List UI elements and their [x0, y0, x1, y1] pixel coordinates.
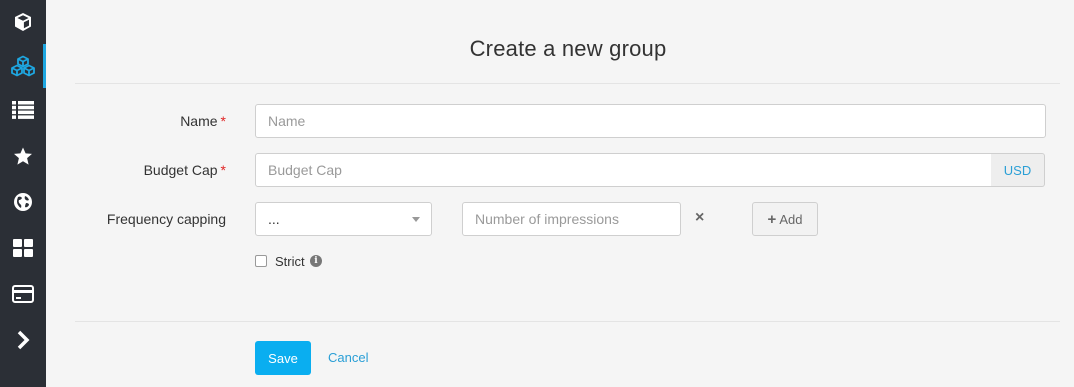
- budget-cap-label: Budget Cap *: [46, 153, 226, 187]
- name-input[interactable]: [255, 104, 1046, 138]
- add-frequency-button[interactable]: + Add: [752, 202, 818, 236]
- sidebar-item-grid[interactable]: [0, 226, 46, 270]
- frequency-capping-label-text: Frequency capping: [106, 211, 226, 227]
- budget-cap-input[interactable]: [255, 153, 992, 187]
- globe-icon: [14, 193, 32, 211]
- credit-card-icon: [12, 285, 34, 303]
- list-icon: [12, 101, 34, 119]
- name-label: Name *: [46, 104, 226, 138]
- sidebar-item-star[interactable]: [0, 134, 46, 178]
- sidebar-item-cube[interactable]: [0, 0, 46, 44]
- sidebar-expand-toggle[interactable]: [0, 318, 46, 362]
- grid-icon: [13, 239, 33, 257]
- remove-icon[interactable]: ×: [695, 210, 704, 226]
- sidebar: [0, 0, 46, 387]
- cubes-icon: [11, 55, 35, 77]
- add-button-label: Add: [779, 211, 803, 227]
- currency-addon: USD: [991, 153, 1045, 187]
- main-content: Create a new group Name* Budget Cap* USD…: [46, 0, 1074, 387]
- header-divider: [75, 83, 1060, 84]
- strict-checkbox[interactable]: [255, 255, 267, 267]
- caret-down-icon: [412, 217, 420, 222]
- frequency-capping-label: Frequency capping: [46, 202, 226, 236]
- frequency-period-value: ...: [268, 211, 280, 227]
- sidebar-item-list[interactable]: [0, 88, 46, 132]
- save-button[interactable]: Save: [255, 341, 311, 375]
- sidebar-item-credit-card[interactable]: [0, 272, 46, 316]
- chevron-right-icon: [17, 330, 30, 350]
- cube-icon: [15, 13, 31, 31]
- info-icon[interactable]: i: [310, 255, 322, 267]
- footer-divider: [75, 321, 1060, 322]
- cancel-button[interactable]: Cancel: [328, 350, 368, 365]
- frequency-period-select[interactable]: ...: [255, 202, 432, 236]
- required-mark: *: [220, 162, 226, 178]
- sidebar-item-cubes[interactable]: [0, 44, 46, 88]
- sidebar-item-globe[interactable]: [0, 180, 46, 224]
- name-label-text: Name: [180, 113, 218, 129]
- budget-cap-label-text: Budget Cap: [143, 162, 218, 178]
- strict-label: Strict: [275, 254, 305, 269]
- impressions-input[interactable]: [462, 202, 681, 236]
- plus-icon: +: [767, 210, 777, 228]
- star-icon: [14, 147, 32, 165]
- required-mark: *: [220, 113, 226, 129]
- page-title: Create a new group: [469, 36, 667, 61]
